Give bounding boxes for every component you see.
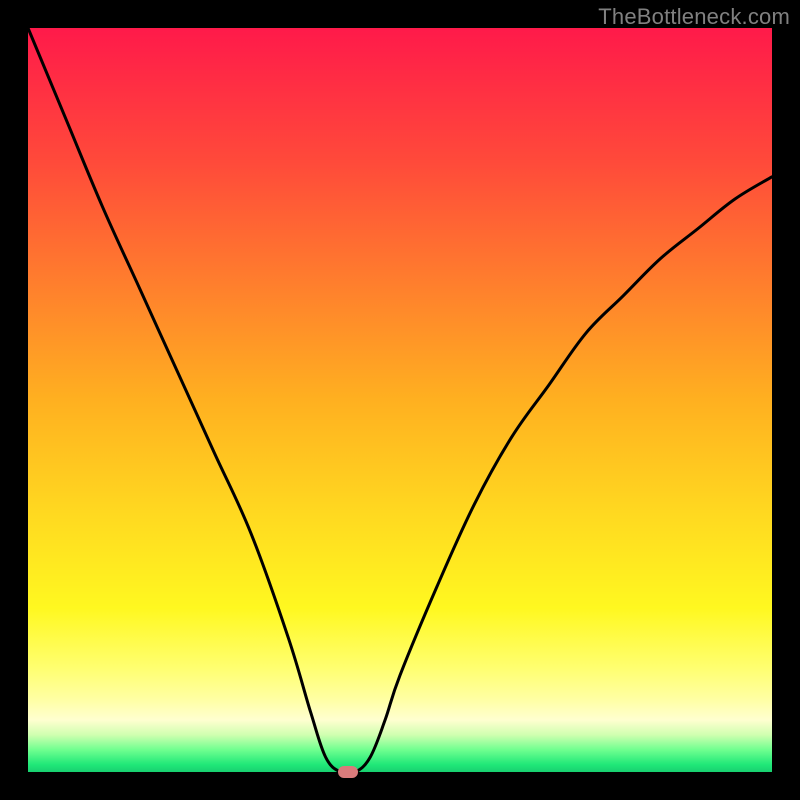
optimum-marker xyxy=(338,766,358,778)
bottleneck-curve xyxy=(28,28,772,774)
chart-frame: TheBottleneck.com xyxy=(0,0,800,800)
plot-area xyxy=(28,28,772,772)
curve-svg xyxy=(28,28,772,772)
watermark-text: TheBottleneck.com xyxy=(598,4,790,30)
